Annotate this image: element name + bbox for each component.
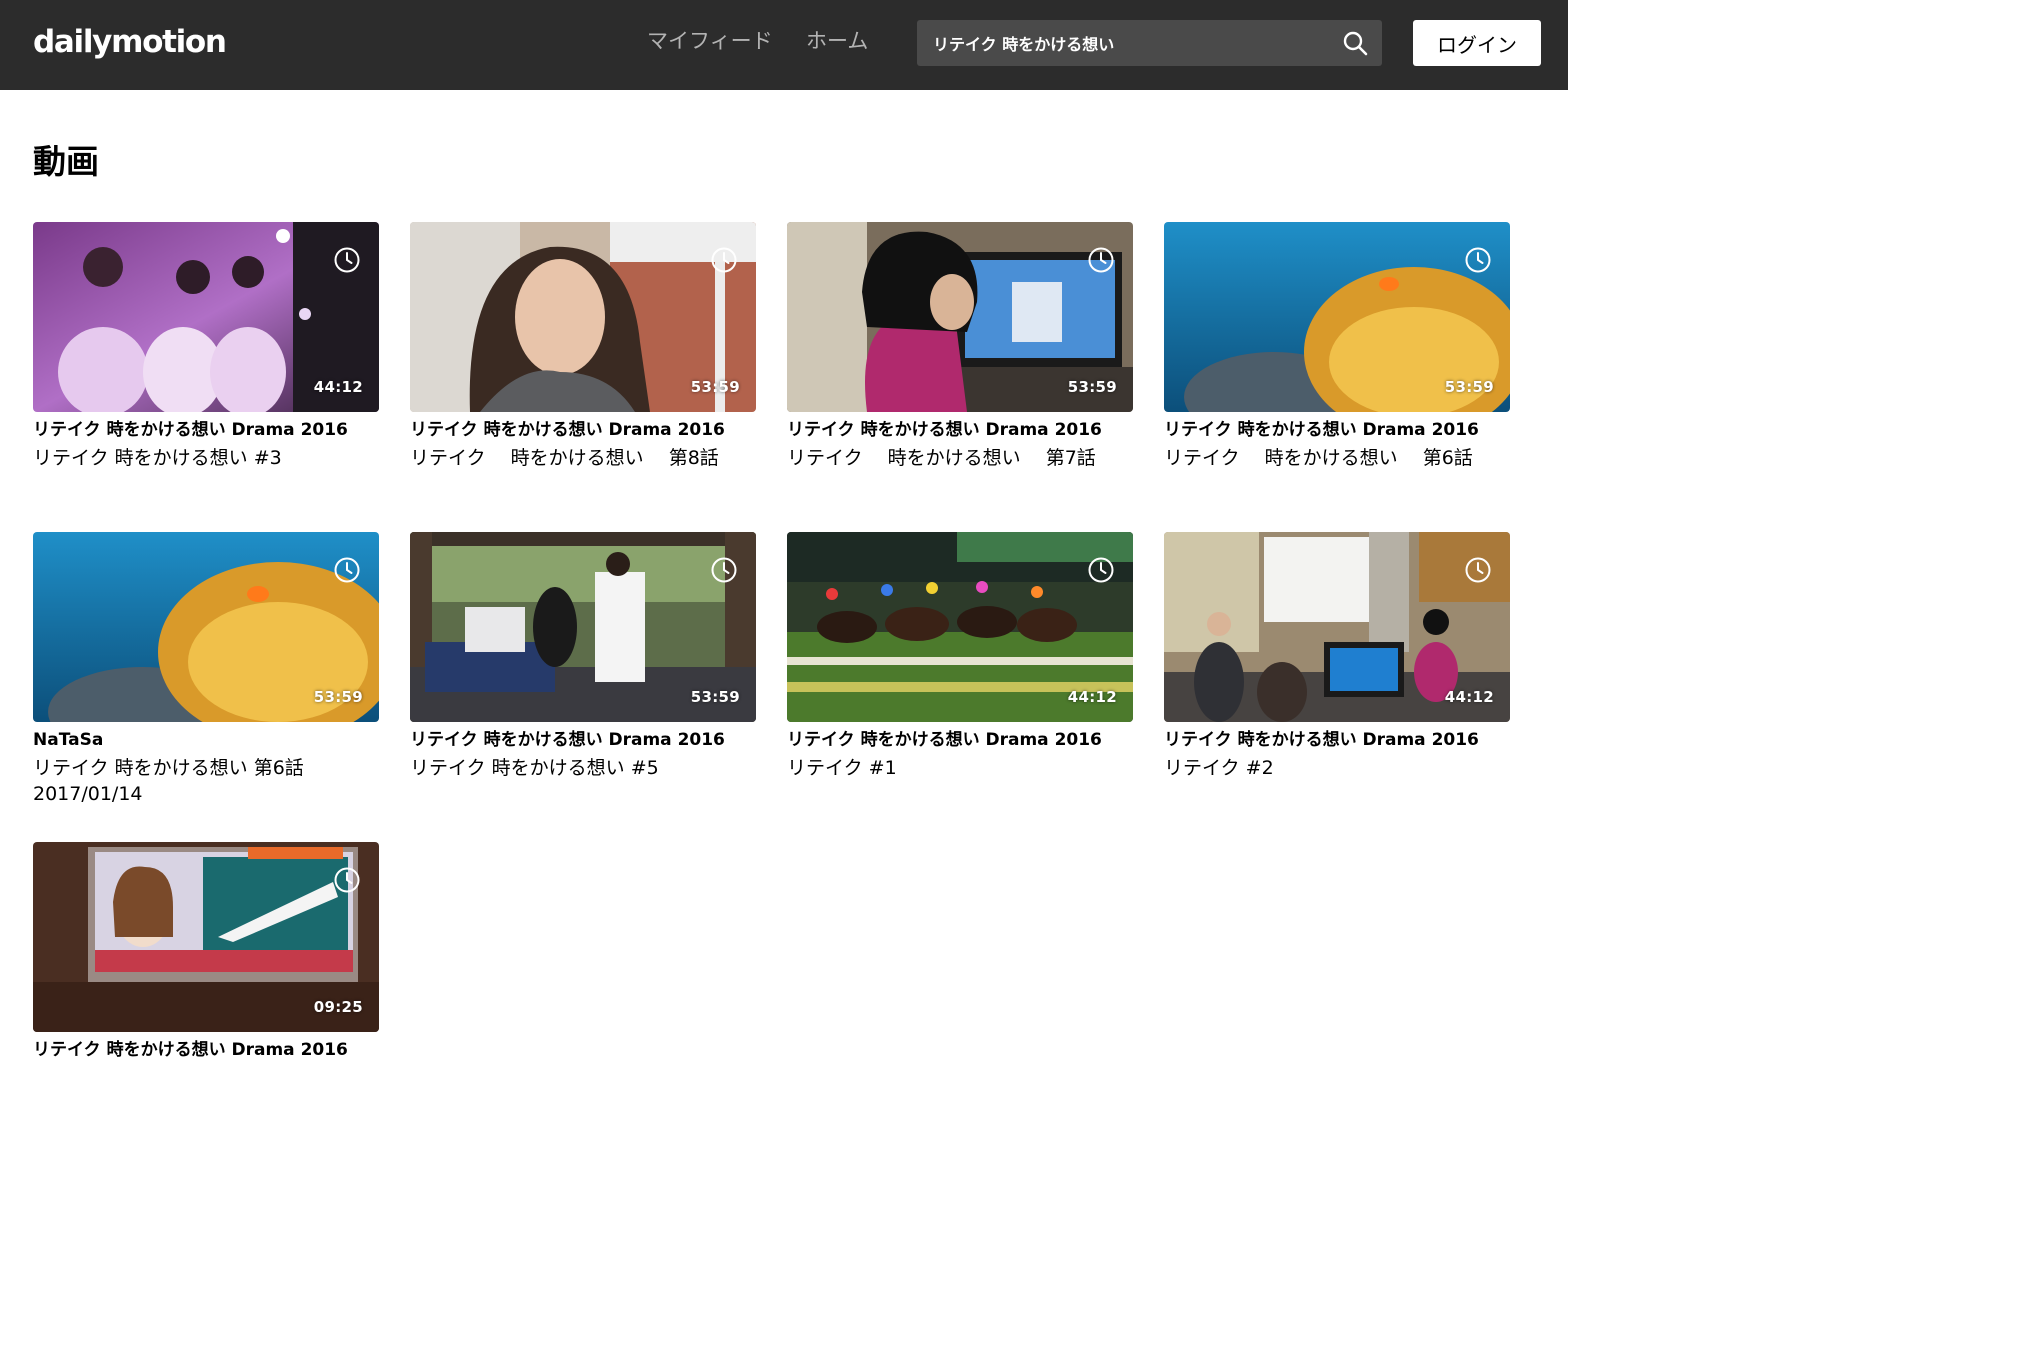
video-thumbnail[interactable]: 53:59: [33, 532, 379, 722]
watch-later-icon[interactable]: [1087, 246, 1115, 274]
channel-name[interactable]: リテイク 時をかける想い Drama 2016: [33, 419, 379, 441]
video-card[interactable]: 53:59 NaTaSa リテイク 時をかける想い 第6話 2017/01/14: [33, 532, 379, 807]
video-thumbnail[interactable]: 53:59: [410, 532, 756, 722]
video-duration: 09:25: [313, 998, 363, 1016]
video-duration: 53:59: [313, 688, 363, 706]
login-button[interactable]: ログイン: [1413, 20, 1541, 66]
video-duration: 53:59: [1067, 378, 1117, 396]
video-thumbnail[interactable]: 53:59: [410, 222, 756, 412]
section-title: 動画: [33, 142, 99, 181]
channel-name[interactable]: リテイク 時をかける想い Drama 2016: [1164, 419, 1510, 441]
nav-my-feed[interactable]: マイフィード: [647, 26, 773, 56]
top-bar: dailymotion マイフィード ホーム ログイン: [0, 0, 1568, 90]
channel-name[interactable]: リテイク 時をかける想い Drama 2016: [787, 419, 1133, 441]
channel-name[interactable]: リテイク 時をかける想い Drama 2016: [787, 729, 1133, 751]
video-thumbnail[interactable]: 44:12: [787, 532, 1133, 722]
video-thumbnail[interactable]: 53:59: [787, 222, 1133, 412]
dailymotion-logo[interactable]: dailymotion: [33, 22, 227, 62]
channel-name[interactable]: リテイク 時をかける想い Drama 2016: [410, 729, 756, 751]
video-thumbnail[interactable]: 44:12: [33, 222, 379, 412]
watch-later-icon[interactable]: [1464, 556, 1492, 584]
video-duration: 53:59: [690, 688, 740, 706]
nav-home[interactable]: ホーム: [806, 26, 868, 56]
watch-later-icon[interactable]: [1087, 556, 1115, 584]
video-card[interactable]: 53:59 リテイク 時をかける想い Drama 2016 リテイク 時をかける…: [410, 532, 756, 781]
watch-later-icon[interactable]: [333, 556, 361, 584]
video-card[interactable]: 53:59 リテイク 時をかける想い Drama 2016 リテイク 時をかける…: [410, 222, 756, 471]
search-input[interactable]: [917, 20, 1337, 66]
search-icon[interactable]: [1341, 29, 1369, 57]
channel-name[interactable]: リテイク 時をかける想い Drama 2016: [1164, 729, 1510, 751]
video-duration: 44:12: [313, 378, 363, 396]
watch-later-icon[interactable]: [710, 556, 738, 584]
video-title[interactable]: リテイク 時をかける想い 第6話: [1164, 446, 1510, 471]
search-bar: [917, 20, 1382, 66]
video-card[interactable]: 09:25 リテイク 時をかける想い Drama 2016: [33, 842, 379, 1061]
video-duration: 44:12: [1444, 688, 1494, 706]
channel-name[interactable]: リテイク 時をかける想い Drama 2016: [33, 1039, 379, 1061]
video-duration: 53:59: [1444, 378, 1494, 396]
video-card[interactable]: 44:12 リテイク 時をかける想い Drama 2016 リテイク #1: [787, 532, 1133, 781]
video-title[interactable]: リテイク #2: [1164, 756, 1510, 781]
video-duration: 44:12: [1067, 688, 1117, 706]
watch-later-icon[interactable]: [710, 246, 738, 274]
video-title[interactable]: リテイク 時をかける想い #3: [33, 446, 379, 471]
video-thumbnail[interactable]: 44:12: [1164, 532, 1510, 722]
channel-name[interactable]: リテイク 時をかける想い Drama 2016: [410, 419, 756, 441]
watch-later-icon[interactable]: [333, 866, 361, 894]
upload-date: 2017/01/14: [33, 783, 143, 805]
video-title[interactable]: リテイク 時をかける想い 第7話: [787, 446, 1133, 471]
video-duration: 53:59: [690, 378, 740, 396]
video-card[interactable]: 53:59 リテイク 時をかける想い Drama 2016 リテイク 時をかける…: [787, 222, 1133, 471]
watch-later-icon[interactable]: [1464, 246, 1492, 274]
video-card[interactable]: 44:12 リテイク 時をかける想い Drama 2016 リテイク #2: [1164, 532, 1510, 781]
channel-name[interactable]: NaTaSa: [33, 729, 379, 751]
video-title[interactable]: リテイク #1: [787, 756, 1133, 781]
video-thumbnail[interactable]: 09:25: [33, 842, 379, 1032]
video-title[interactable]: リテイク 時をかける想い 第6話: [33, 756, 379, 781]
video-card[interactable]: 53:59 リテイク 時をかける想い Drama 2016 リテイク 時をかける…: [1164, 222, 1510, 471]
video-thumbnail[interactable]: 53:59: [1164, 222, 1510, 412]
video-title[interactable]: リテイク 時をかける想い #5: [410, 756, 756, 781]
watch-later-icon[interactable]: [333, 246, 361, 274]
video-card[interactable]: 44:12 リテイク 時をかける想い Drama 2016 リテイク 時をかける…: [33, 222, 379, 471]
video-title[interactable]: リテイク 時をかける想い 第8話: [410, 446, 756, 471]
